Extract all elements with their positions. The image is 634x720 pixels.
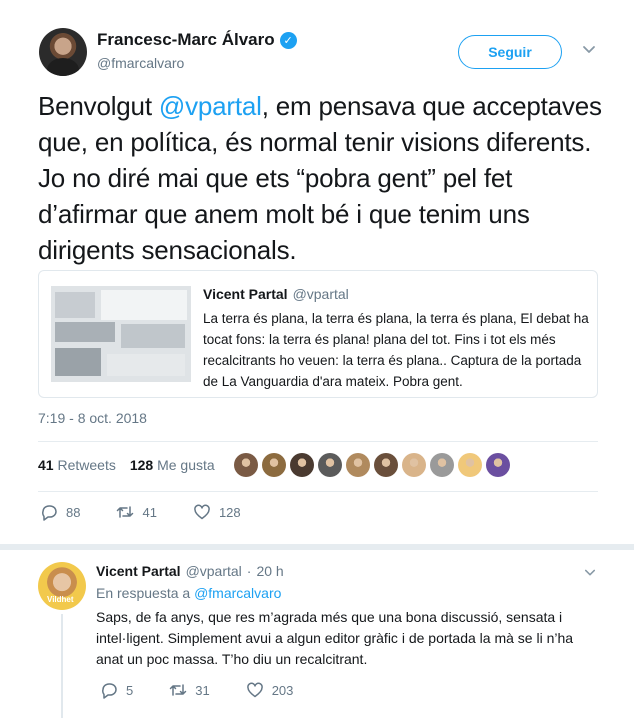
section-divider (0, 544, 634, 550)
heart-icon (246, 682, 263, 698)
liker-avatar[interactable] (402, 453, 426, 477)
follow-button[interactable]: Seguir (458, 35, 562, 69)
chevron-down-icon[interactable] (582, 43, 596, 57)
like-button[interactable]: 203 (246, 681, 294, 699)
likes-label[interactable]: Me gusta (157, 457, 215, 473)
reply-count: 88 (66, 504, 81, 520)
reply-header: Vicent Partal @vpartal · 20 h (96, 563, 284, 579)
liker-avatar[interactable] (458, 453, 482, 477)
liker-avatar[interactable] (346, 453, 370, 477)
liker-avatar[interactable] (290, 453, 314, 477)
tweet-text: Benvolgut @vpartal, em pensava que accep… (38, 88, 608, 268)
like-button[interactable]: 128 (193, 503, 241, 521)
quoted-author-handle[interactable]: @vpartal (293, 286, 349, 302)
liker-avatar[interactable] (234, 453, 258, 477)
reply-actions: 5 31 203 (100, 681, 329, 699)
reply-button[interactable]: 5 (100, 681, 133, 699)
reply-author-name[interactable]: Vicent Partal (96, 563, 181, 579)
liker-avatar[interactable] (262, 453, 286, 477)
mention-link[interactable]: @vpartal (159, 91, 262, 121)
liker-avatars (234, 453, 510, 477)
like-count: 128 (218, 504, 241, 520)
retweet-icon (117, 506, 134, 518)
divider (38, 441, 598, 442)
tweet-actions: 88 41 128 (40, 503, 277, 521)
quoted-author[interactable]: Vicent Partal @vpartal (203, 286, 349, 302)
retweet-button[interactable]: 31 (169, 681, 210, 699)
quoted-tweet-text: La terra és plana, la terra és plana, la… (203, 311, 589, 389)
author-name-text[interactable]: Francesc-Marc Álvaro (97, 30, 275, 50)
reply-text: Saps, de fa anys, que res m’agrada més q… (96, 609, 574, 667)
verified-icon: ✓ (279, 31, 297, 49)
avatar-label: Vildhet (47, 595, 74, 604)
reply-author-handle[interactable]: @vpartal (186, 563, 242, 579)
in-reply-label: En respuesta a (96, 585, 191, 601)
retweet-count: 41 (142, 504, 157, 520)
liker-avatar[interactable] (318, 453, 342, 477)
in-reply-to: En respuesta a @fmarcalvaro (96, 585, 281, 601)
author-name[interactable]: Francesc-Marc Álvaro ✓ (97, 30, 297, 50)
quoted-tweet[interactable]: Vicent Partal @vpartal La terra és plana… (38, 270, 598, 398)
likes-stat[interactable]: 128 Me gusta (130, 457, 215, 473)
separator: · (246, 563, 252, 579)
likes-count[interactable]: 128 (130, 457, 153, 473)
reply-icon (42, 505, 57, 521)
like-count: 203 (271, 682, 294, 698)
reply-icon (102, 683, 117, 699)
liker-avatar[interactable] (374, 453, 398, 477)
liker-avatar[interactable] (486, 453, 510, 477)
reply-button[interactable]: 88 (40, 503, 80, 521)
tweet-text-prefix: Benvolgut (38, 91, 159, 121)
retweets-count[interactable]: 41 (38, 457, 54, 473)
quoted-tweet-image[interactable] (51, 286, 191, 382)
thread-line (61, 614, 63, 718)
retweets-stat[interactable]: 41 Retweets (38, 457, 116, 473)
author-handle[interactable]: @fmarcalvaro (97, 55, 184, 71)
retweet-button[interactable]: 41 (116, 503, 157, 521)
tweet-timestamp[interactable]: 7:19 - 8 oct. 2018 (38, 410, 147, 426)
retweet-count: 31 (195, 682, 210, 698)
author-avatar[interactable] (39, 28, 87, 76)
retweets-label[interactable]: Retweets (57, 457, 115, 473)
reply-count: 5 (126, 682, 134, 698)
divider (38, 491, 598, 492)
tweet-stats: 41 Retweets 128 Me gusta (38, 457, 215, 473)
quoted-author-name[interactable]: Vicent Partal (203, 286, 288, 302)
chevron-down-icon[interactable] (584, 567, 596, 579)
reply-author-avatar[interactable]: Vildhet (38, 562, 86, 610)
liker-avatar[interactable] (430, 453, 454, 477)
retweet-icon (169, 684, 187, 696)
heart-icon (194, 504, 210, 520)
in-reply-mention[interactable]: @fmarcalvaro (194, 585, 281, 601)
reply-time[interactable]: 20 h (256, 563, 283, 579)
